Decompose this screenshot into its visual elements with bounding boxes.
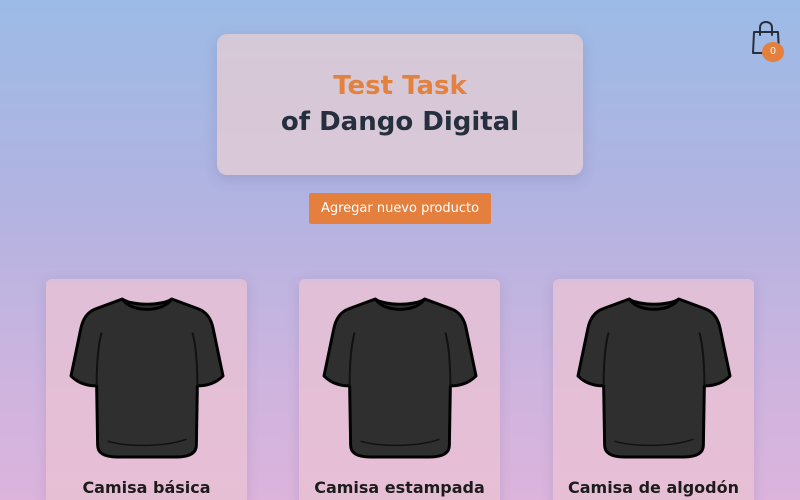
- product-card[interactable]: Camisa de algodón: [553, 279, 754, 500]
- hero-title: Test Task: [333, 71, 467, 101]
- cart-button[interactable]: 0: [750, 20, 786, 62]
- hero-subtitle: of Dango Digital: [280, 107, 520, 137]
- product-card[interactable]: Camisa básica: [46, 279, 247, 500]
- product-name: Camisa de algodón: [567, 478, 740, 497]
- t-shirt-icon: [69, 297, 225, 459]
- t-shirt-icon: [322, 297, 478, 459]
- add-product-button[interactable]: Agregar nuevo producto: [309, 193, 491, 224]
- product-name: Camisa estampada: [314, 478, 485, 497]
- cart-count-badge: 0: [762, 42, 784, 62]
- t-shirt-icon: [576, 297, 732, 459]
- hero-banner: Test Task of Dango Digital: [217, 34, 583, 175]
- product-card[interactable]: Camisa estampada: [299, 279, 500, 500]
- product-name: Camisa básica: [82, 478, 211, 497]
